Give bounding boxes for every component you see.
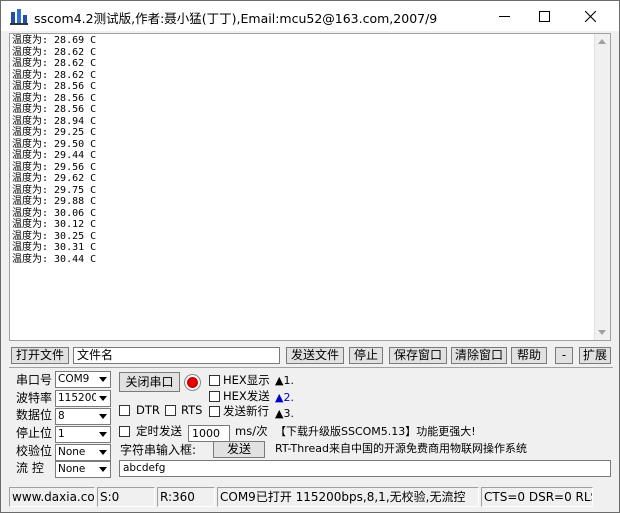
divider	[9, 367, 613, 368]
maximize-icon	[538, 10, 550, 22]
receive-line: 温度为: 29.50 C	[12, 138, 97, 150]
window-title: sscom4.2测试版,作者:聂小猛(丁丁),Email:mcu52@163.c…	[34, 11, 438, 26]
close-icon	[584, 10, 596, 22]
expand-button[interactable]: 扩展	[579, 347, 611, 364]
save-window-button[interactable]: 保存窗口	[389, 347, 447, 364]
receive-line: 温度为: 28.62 C	[12, 69, 97, 81]
chevron-down-icon[interactable]	[96, 391, 110, 406]
flow-label: 流 控	[16, 461, 44, 475]
parity-value: None	[58, 446, 86, 458]
string-input-label: 字符串输入框:	[120, 443, 197, 457]
status-sent: S:0	[97, 487, 155, 507]
send-newline-label: 发送新行	[223, 404, 269, 418]
clear-window-button[interactable]: 清除窗口	[451, 347, 507, 364]
receive-line: 温度为: 29.25 C	[12, 127, 97, 138]
vertical-scrollbar[interactable]	[594, 34, 610, 340]
rtthread-link[interactable]: RT-Thread来自中国的开源免费商用物联网操作系统	[275, 442, 527, 455]
receive-line: 温度为: 28.56 C	[12, 81, 97, 92]
close-button[interactable]	[567, 1, 613, 31]
port-label: 串口号	[16, 373, 53, 387]
stopbits-value: 1	[58, 428, 65, 440]
databits-label: 数据位	[16, 408, 53, 422]
close-port-button[interactable]: 关闭串口	[119, 372, 180, 392]
help-button[interactable]: 帮助	[511, 347, 547, 364]
sscom-window: sscom4.2测试版,作者:聂小猛(丁丁),Email:mcu52@163.c…	[0, 0, 620, 513]
chevron-down-icon[interactable]	[96, 427, 110, 442]
info-line-1[interactable]: ▲1.	[275, 374, 294, 387]
receive-line: 温度为: 28.62 C	[12, 46, 97, 58]
parity-select[interactable]: None	[55, 444, 111, 461]
interval-input[interactable]: 1000	[188, 425, 230, 442]
receive-area[interactable]: 温度为: 28.69 C 温度为: 28.62 C 温度为: 28.62 C 温度为:…	[9, 33, 611, 341]
download-link[interactable]: 【下载升级版SSCOM5.13】功能更强大!	[275, 425, 476, 438]
receive-line: 温度为: 28.62 C	[12, 58, 97, 69]
send-file-button[interactable]: 发送文件	[286, 347, 344, 364]
stopbits-label: 停止位	[16, 426, 53, 440]
hex-display-label: HEX显示	[223, 373, 270, 387]
file-name-field[interactable]: 文件名	[73, 347, 280, 364]
receive-line: 温度为: 28.56 C	[12, 104, 97, 115]
receive-line: 温度为: 29.75 C	[12, 184, 97, 196]
info-line-2[interactable]: ▲2.	[275, 391, 294, 404]
chevron-down-icon[interactable]	[96, 445, 110, 460]
databits-select[interactable]: 8	[55, 408, 111, 425]
baud-value: 115200	[58, 392, 99, 404]
minimize-icon	[498, 15, 510, 17]
chevron-down-icon[interactable]	[96, 372, 110, 387]
port-status-led-icon	[185, 375, 200, 390]
status-received: R:360	[157, 487, 215, 507]
receive-line: 温度为: 29.44 C	[12, 150, 97, 161]
hex-send-label: HEX发送	[223, 389, 270, 403]
status-site: www.daxia.com	[9, 487, 95, 507]
port-select[interactable]: COM9	[55, 371, 111, 388]
receive-line: 温度为: 30.31 C	[12, 242, 97, 253]
title-bar: sscom4.2测试版,作者:聂小猛(丁丁),Email:mcu52@163.c…	[1, 1, 619, 31]
receive-text: 温度为: 28.69 C 温度为: 28.62 C 温度为: 28.62 C 温度为:…	[12, 35, 96, 265]
receive-line: 温度为: 28.56 C	[12, 92, 97, 104]
baud-label: 波特率	[16, 391, 53, 405]
open-file-button[interactable]: 打开文件	[11, 347, 69, 364]
interval-unit: ms/次	[235, 424, 268, 438]
parity-label: 校验位	[16, 444, 53, 458]
status-port: COM9已打开 115200bps,8,1,无校验,无流控	[217, 487, 479, 507]
send-input[interactable]: abcdefg	[119, 460, 611, 477]
hex-send-checkbox[interactable]	[209, 391, 220, 402]
status-signals: CTS=0 DSR=0 RLSD	[481, 487, 593, 507]
status-bar: www.daxia.com S:0 R:360 COM9已打开 115200bp…	[1, 485, 619, 512]
rts-label: RTS	[181, 403, 203, 417]
receive-line: 温度为: 29.88 C	[12, 196, 97, 207]
receive-line: 温度为: 28.69 C	[12, 35, 97, 46]
scroll-down-icon[interactable]	[598, 330, 606, 335]
port-value: COM9	[58, 373, 90, 385]
info-line-3[interactable]: ▲3.	[275, 407, 294, 420]
receive-line: 温度为: 30.06 C	[12, 207, 97, 219]
chevron-down-icon[interactable]	[96, 409, 110, 424]
stop-button[interactable]: 停止	[349, 347, 383, 364]
minus-button[interactable]: -	[555, 347, 573, 364]
receive-line: 温度为: 30.44 C	[12, 253, 97, 265]
scroll-up-icon[interactable]	[598, 39, 606, 44]
timed-send-label: 定时发送	[136, 424, 182, 438]
receive-line: 温度为: 30.12 C	[12, 219, 97, 230]
maximize-button[interactable]	[521, 1, 567, 31]
app-icon	[10, 9, 28, 25]
receive-line: 温度为: 28.94 C	[12, 115, 97, 127]
hex-display-checkbox[interactable]	[209, 375, 220, 386]
timed-send-checkbox[interactable]	[119, 426, 130, 437]
baud-select[interactable]: 115200	[55, 390, 111, 407]
databits-value: 8	[58, 410, 65, 422]
flow-select[interactable]: None	[55, 461, 111, 478]
send-button[interactable]: 发送	[213, 441, 265, 458]
dtr-label: DTR	[136, 403, 160, 417]
dtr-checkbox[interactable]	[119, 405, 130, 416]
stopbits-select[interactable]: 1	[55, 426, 111, 443]
rts-checkbox[interactable]	[165, 405, 176, 416]
receive-line: 温度为: 29.56 C	[12, 161, 97, 173]
receive-line: 温度为: 30.25 C	[12, 230, 97, 242]
send-newline-checkbox[interactable]	[209, 406, 220, 417]
flow-value: None	[58, 463, 86, 475]
chevron-down-icon[interactable]	[96, 462, 110, 477]
receive-line: 温度为: 29.62 C	[12, 173, 97, 184]
